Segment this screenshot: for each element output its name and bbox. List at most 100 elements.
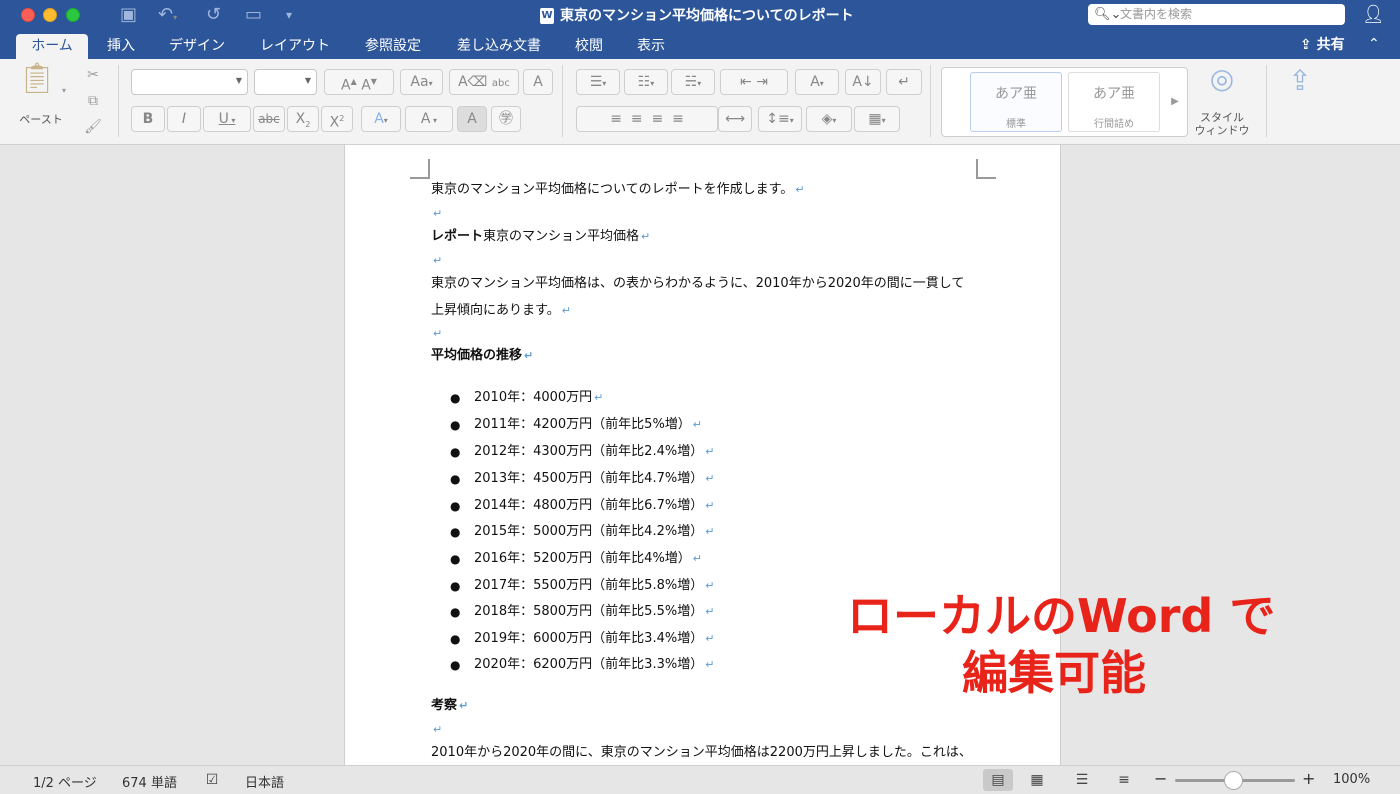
tab-layout[interactable]: レイアウト [252, 34, 338, 59]
strikethrough-button[interactable]: abc [253, 106, 285, 132]
list-item[interactable]: 2011年：4200万円（前年比5%増） ↵ [474, 416, 702, 434]
empty-paragraph[interactable]: ↵ [431, 252, 442, 270]
tab-references[interactable]: 参照設定 [356, 34, 430, 59]
shading-button[interactable]: ◈▾ [806, 106, 852, 132]
list-item[interactable]: 2015年：5000万円（前年比4.2%増） ↵ [474, 523, 714, 541]
empty-paragraph[interactable]: ↵ [431, 721, 442, 739]
heading-paragraph[interactable]: レポート東京のマンション平均価格 ↵ [431, 228, 650, 246]
format-painter-icon[interactable]: 🖌︎ [80, 115, 106, 139]
customize-qat-icon[interactable]: ▾ [286, 4, 292, 26]
redo-icon[interactable]: ↺ [206, 4, 221, 26]
document-workspace[interactable]: 東京のマンション平均価格についてのレポートを作成します。 ↵ ↵ レポート東京のマ… [0, 145, 1400, 765]
list-item[interactable]: 2013年：4500万円（前年比4.7%増） ↵ [474, 470, 714, 488]
word-count[interactable]: 674 単語 [122, 772, 177, 791]
zoom-slider-handle[interactable] [1224, 771, 1243, 790]
italic-button[interactable]: I [167, 106, 201, 132]
clear-formatting-button[interactable]: A⌫ abc [449, 69, 519, 95]
paragraph-line[interactable]: 東京のマンション平均価格は、の表からわかるように、2010年から2020年の間に… [431, 275, 964, 293]
bullet-icon: ● [450, 499, 461, 513]
multilevel-list-button[interactable]: ☵▾ [671, 69, 715, 95]
tab-view[interactable]: 表示 [628, 34, 674, 59]
list-item[interactable]: 2017年：5500万円（前年比5.8%増） ↵ [474, 577, 714, 595]
minimize-window-button[interactable] [43, 8, 57, 22]
maximize-window-button[interactable] [66, 8, 80, 22]
sort-button[interactable]: A↓ [845, 69, 881, 95]
character-shading-button[interactable]: A [457, 106, 487, 132]
zoom-out-button[interactable]: − [1154, 769, 1167, 788]
copy-icon[interactable]: ⧉ [80, 89, 106, 113]
paragraph-line[interactable]: 2010年から2020年の間に、東京のマンション平均価格は2200万円上昇しまし… [431, 744, 972, 762]
list-item[interactable]: 2018年：5800万円（前年比5.5%増） ↵ [474, 603, 714, 621]
tab-review[interactable]: 校閲 [568, 34, 610, 59]
close-window-button[interactable] [21, 8, 35, 22]
paste-icon[interactable]: 📋︎ [18, 64, 56, 107]
proofing-icon[interactable]: ☑ [200, 769, 224, 791]
show-formatting-button[interactable]: ↵ [886, 69, 922, 95]
outline-view-icon[interactable]: ☰ [1070, 769, 1094, 791]
list-item[interactable]: 2012年：4300万円（前年比2.4%増） ↵ [474, 443, 714, 461]
tab-home[interactable]: ホーム [16, 34, 88, 59]
language[interactable]: 日本語 [245, 772, 284, 791]
collapse-ribbon-icon[interactable]: ⌃ [1368, 36, 1380, 52]
list-item[interactable]: 2010年：4000万円 ↵ [474, 389, 603, 407]
style-window-label[interactable]: スタイル ウィンドウ [1186, 111, 1258, 137]
empty-paragraph[interactable]: ↵ [431, 205, 442, 223]
indent-buttons[interactable]: ⇤ ⇥ [720, 69, 788, 95]
character-border-button[interactable]: A [523, 69, 553, 95]
font-color-button[interactable]: A ▾ [405, 106, 453, 132]
bullet-icon: ● [450, 472, 461, 486]
style-window-icon[interactable]: ◎ [1202, 65, 1242, 93]
line-spacing-button[interactable]: ↕≡▾ [758, 106, 802, 132]
paste-dropdown-icon[interactable]: ▾ [58, 79, 70, 103]
distributed-button[interactable]: ⟷ [718, 106, 752, 132]
account-icon[interactable]: 👤︎ [1362, 4, 1385, 26]
asian-layout-button[interactable]: A▾ [795, 69, 839, 95]
tab-insert[interactable]: 挿入 [100, 34, 142, 59]
list-item[interactable]: 2020年：6200万円（前年比3.3%増） ↵ [474, 656, 714, 674]
empty-paragraph[interactable]: ↵ [431, 325, 442, 343]
save-icon[interactable]: ▣ [120, 4, 137, 26]
list-item[interactable]: 2014年：4800万円（前年比6.7%増） ↵ [474, 497, 714, 515]
section-heading[interactable]: 平均価格の推移 ↵ [431, 347, 533, 365]
tab-design[interactable]: デザイン [160, 34, 234, 59]
alignment-buttons[interactable]: ≡ ≡ ≡ ≡ [576, 106, 718, 132]
style-no-spacing[interactable]: あア亜 行間詰め [1068, 72, 1160, 132]
text-effects-button[interactable]: A▾ [361, 106, 401, 132]
share-button[interactable]: ⇪ 共有 [1300, 34, 1345, 56]
list-item-text: 2014年：4800万円（前年比6.7%増） [474, 498, 704, 513]
paragraph-mark-icon: ↵ [705, 472, 715, 485]
superscript-button[interactable]: X2 [321, 106, 353, 132]
zoom-level[interactable]: 100% [1333, 772, 1370, 787]
draft-view-icon[interactable]: ≡ [1112, 769, 1136, 791]
subscript-button[interactable]: X2 [287, 106, 319, 132]
list-item[interactable]: 2016年：5200万円（前年比4%増） ↵ [474, 550, 702, 568]
list-item[interactable]: 2019年：6000万円（前年比3.4%増） ↵ [474, 630, 714, 648]
font-grow-shrink-group[interactable]: A▲ A▼ [324, 69, 394, 95]
print-icon[interactable]: ▭ [245, 4, 262, 26]
document-page[interactable]: 東京のマンション平均価格についてのレポートを作成します。 ↵ ↵ レポート東京のマ… [344, 145, 1061, 765]
paragraph[interactable]: 東京のマンション平均価格についてのレポートを作成します。 ↵ [431, 181, 805, 199]
bold-button[interactable]: B [131, 106, 165, 132]
numbering-button[interactable]: ☷▾ [624, 69, 668, 95]
print-layout-view-icon[interactable]: ▤ [983, 769, 1013, 791]
enclose-characters-button[interactable]: ㊫ [491, 106, 521, 132]
bullets-button[interactable]: ☰▾ [576, 69, 620, 95]
font-name-select[interactable]: ▼ [131, 69, 248, 95]
styles-next-icon[interactable]: ▶ [1168, 90, 1182, 114]
font-size-select[interactable]: ▼ [254, 69, 317, 95]
tab-mailings[interactable]: 差し込み文書 [448, 34, 550, 59]
share-document-icon[interactable]: ⇪ [1282, 67, 1318, 95]
web-layout-view-icon[interactable]: ▦ [1025, 769, 1049, 791]
underline-button[interactable]: U ▾ [203, 106, 251, 132]
page-count[interactable]: 1/2 ページ [33, 772, 97, 791]
section-heading[interactable]: 考察 ↵ [431, 697, 468, 715]
paste-label[interactable]: ペースト [12, 111, 70, 127]
undo-icon[interactable]: ↶▾ [158, 4, 177, 26]
zoom-in-button[interactable]: + [1302, 769, 1315, 788]
cut-icon[interactable]: ✂ [80, 63, 106, 87]
paragraph-line[interactable]: 上昇傾向にあります。 ↵ [431, 302, 571, 320]
search-input[interactable]: 🔍︎⌄ 文書内を検索 [1088, 4, 1345, 25]
style-standard[interactable]: あア亜 標準 [970, 72, 1062, 132]
borders-button[interactable]: ▦▾ [854, 106, 900, 132]
change-case-button[interactable]: Aa▾ [400, 69, 443, 95]
